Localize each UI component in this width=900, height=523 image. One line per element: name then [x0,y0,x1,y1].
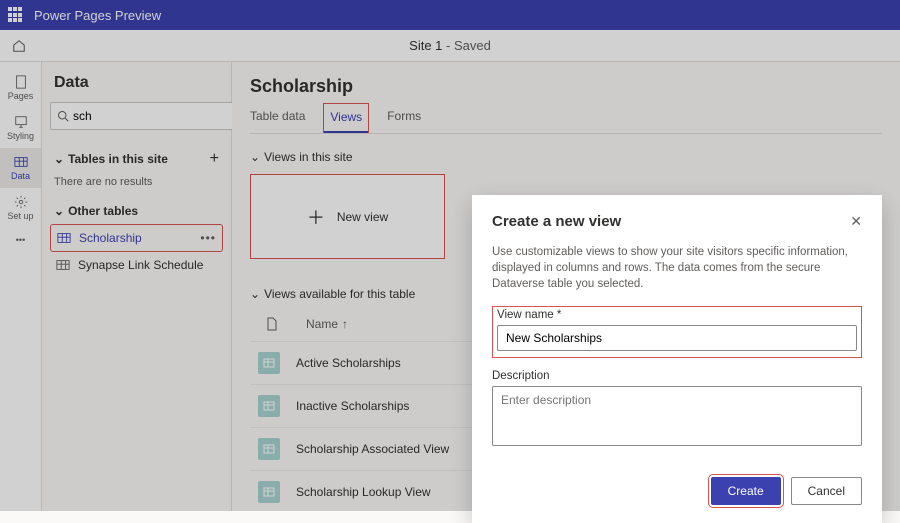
description-input[interactable] [492,386,862,446]
cancel-button[interactable]: Cancel [791,477,862,505]
close-icon[interactable]: ✕ [850,213,862,230]
modal-title: Create a new view [492,213,621,230]
create-button[interactable]: Create [711,477,781,505]
modal-description: Use customizable views to show your site… [492,244,862,292]
view-name-input[interactable] [497,325,857,351]
view-name-field-group: View name * [492,306,862,358]
view-name-label: View name * [497,309,857,321]
create-view-modal: Create a new view ✕ Use customizable vie… [472,195,882,523]
description-label: Description [492,370,862,382]
